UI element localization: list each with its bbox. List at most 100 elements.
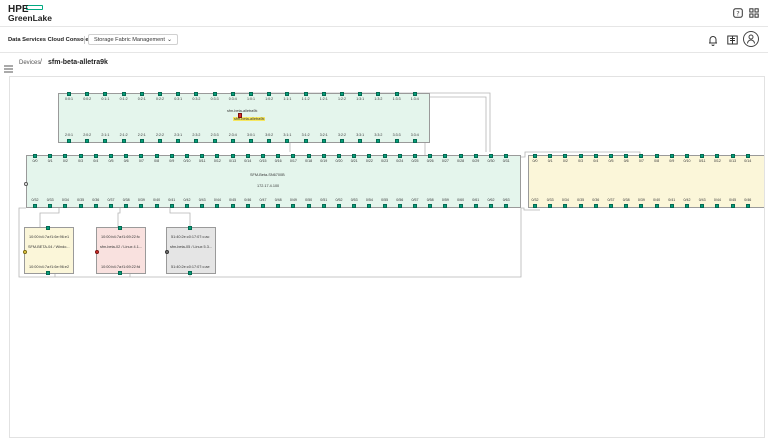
port-connector[interactable] bbox=[563, 154, 568, 158]
port-connector[interactable] bbox=[745, 204, 750, 208]
host-handle[interactable] bbox=[165, 250, 169, 254]
port-connector[interactable] bbox=[715, 154, 720, 158]
service-selector-dropdown[interactable]: Storage Fabric Management ⌄ bbox=[88, 34, 178, 45]
fc-switch-right-node[interactable]: 0/0 0/1 0/2 0/3 0/4 0/5 0/6 0/7 0/8 0/9 0/10 0/11 0/… bbox=[528, 154, 764, 208]
port-connector[interactable] bbox=[139, 139, 144, 143]
port-connector[interactable] bbox=[700, 154, 705, 158]
port-connector[interactable] bbox=[212, 92, 217, 96]
port-connector[interactable] bbox=[428, 154, 433, 158]
port-connector[interactable] bbox=[139, 154, 144, 158]
port-connector[interactable] bbox=[200, 204, 205, 208]
port-connector[interactable] bbox=[504, 204, 509, 208]
port-connector[interactable] bbox=[230, 154, 235, 158]
apps-grid-icon[interactable] bbox=[748, 7, 760, 19]
port-connector[interactable] bbox=[624, 154, 629, 158]
port-connector[interactable] bbox=[200, 154, 205, 158]
port-connector[interactable] bbox=[504, 154, 509, 158]
host-node-3[interactable]: 51:40:2e:c0:17:07:c:ac sfm-beta-05 / Lin… bbox=[165, 226, 216, 275]
port-connector[interactable] bbox=[276, 204, 281, 208]
port-connector[interactable] bbox=[593, 204, 598, 208]
port-connector[interactable] bbox=[563, 204, 568, 208]
port-connector[interactable] bbox=[397, 204, 402, 208]
port-connector[interactable] bbox=[194, 92, 199, 96]
port-connector[interactable] bbox=[169, 204, 174, 208]
port-connector[interactable] bbox=[212, 139, 217, 143]
port-connector[interactable] bbox=[489, 204, 493, 208]
port-connector[interactable] bbox=[609, 154, 613, 158]
port-connector[interactable] bbox=[67, 139, 71, 143]
port-connector[interactable] bbox=[394, 92, 399, 96]
port-connector[interactable] bbox=[367, 204, 372, 208]
port-connector[interactable] bbox=[261, 154, 265, 158]
port-connector[interactable] bbox=[382, 154, 387, 158]
storage-array-node[interactable]: sfm-beta-alletra9k sfm-beta-alletra9k 0:… bbox=[58, 92, 430, 143]
port-connector[interactable] bbox=[249, 92, 253, 96]
port-connector[interactable] bbox=[413, 204, 417, 208]
port-connector[interactable] bbox=[245, 154, 250, 158]
port-connector[interactable] bbox=[230, 139, 235, 143]
port-connector[interactable] bbox=[654, 154, 659, 158]
port-connector[interactable] bbox=[78, 154, 83, 158]
port-connector[interactable] bbox=[593, 154, 598, 158]
port-connector[interactable] bbox=[276, 154, 281, 158]
port-connector[interactable] bbox=[121, 92, 126, 96]
port-connector[interactable] bbox=[337, 204, 341, 208]
port-connector[interactable] bbox=[33, 154, 37, 158]
port-connector[interactable] bbox=[306, 154, 311, 158]
port-connector[interactable] bbox=[548, 204, 553, 208]
port-connector[interactable] bbox=[285, 139, 290, 143]
port-connector[interactable] bbox=[291, 154, 296, 158]
port-connector[interactable] bbox=[730, 204, 735, 208]
port-connector[interactable] bbox=[185, 204, 189, 208]
port-connector[interactable] bbox=[291, 204, 296, 208]
port-connector[interactable] bbox=[340, 139, 344, 143]
port-connector[interactable] bbox=[337, 154, 341, 158]
host-handle[interactable] bbox=[23, 250, 27, 254]
port-connector[interactable] bbox=[352, 154, 357, 158]
docs-icon[interactable] bbox=[726, 34, 738, 46]
port-connector[interactable] bbox=[109, 204, 113, 208]
port-connector[interactable] bbox=[352, 204, 357, 208]
port-connector[interactable] bbox=[730, 154, 735, 158]
port-connector[interactable] bbox=[103, 92, 108, 96]
port-connector[interactable] bbox=[176, 139, 181, 143]
port-connector[interactable] bbox=[267, 92, 272, 96]
port-connector[interactable] bbox=[639, 204, 644, 208]
fc-switch-node[interactable]: SFM-Beta-SN6700B 172.17.4.100 0/0 0/1 0/2 0… bbox=[24, 154, 521, 208]
port-connector[interactable] bbox=[48, 154, 53, 158]
port-connector[interactable] bbox=[413, 154, 417, 158]
port-connector[interactable] bbox=[639, 154, 644, 158]
port-connector[interactable] bbox=[185, 154, 189, 158]
switch-left-handle[interactable] bbox=[24, 182, 28, 186]
port-connector[interactable] bbox=[489, 154, 493, 158]
user-avatar-icon[interactable] bbox=[743, 31, 759, 47]
port-connector[interactable] bbox=[261, 204, 265, 208]
port-connector[interactable] bbox=[245, 204, 250, 208]
port-connector[interactable] bbox=[124, 154, 129, 158]
port-connector[interactable] bbox=[85, 92, 90, 96]
port-connector[interactable] bbox=[303, 92, 308, 96]
port-connector[interactable] bbox=[306, 204, 311, 208]
port-connector[interactable] bbox=[443, 204, 448, 208]
port-connector[interactable] bbox=[321, 154, 326, 158]
port-connector[interactable] bbox=[139, 92, 144, 96]
breadcrumb-devices-link[interactable]: Devices bbox=[19, 60, 40, 66]
port-connector[interactable] bbox=[382, 204, 387, 208]
port-connector[interactable] bbox=[124, 204, 129, 208]
console-title[interactable]: Data Services Cloud Console bbox=[8, 37, 89, 43]
port-connector[interactable] bbox=[139, 204, 144, 208]
port-connector[interactable] bbox=[700, 204, 705, 208]
port-connector[interactable] bbox=[367, 154, 372, 158]
port-connector[interactable] bbox=[685, 154, 689, 158]
port-connector[interactable] bbox=[412, 139, 417, 143]
port-connector[interactable] bbox=[194, 139, 199, 143]
port-connector[interactable] bbox=[33, 204, 37, 208]
port-connector[interactable] bbox=[85, 139, 90, 143]
port-connector[interactable] bbox=[93, 204, 98, 208]
port-connector[interactable] bbox=[249, 139, 253, 143]
port-connector[interactable] bbox=[121, 139, 126, 143]
port-connector[interactable] bbox=[285, 92, 290, 96]
port-connector[interactable] bbox=[578, 154, 583, 158]
port-connector[interactable] bbox=[321, 204, 326, 208]
port-connector[interactable] bbox=[103, 139, 108, 143]
